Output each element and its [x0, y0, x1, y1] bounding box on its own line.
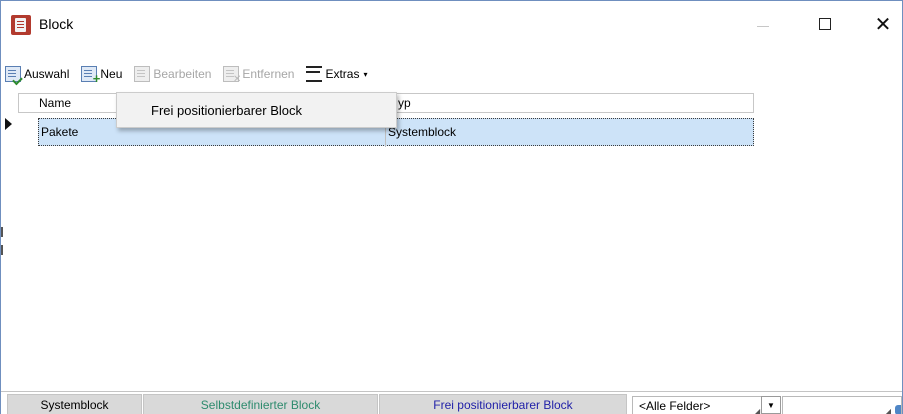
resize-grip-icon: ◢	[884, 407, 891, 414]
maximize-icon	[819, 18, 831, 30]
extras-menu-button[interactable]: Extras ▾	[302, 62, 371, 86]
search-input[interactable]: ◢	[782, 396, 902, 414]
edit-doc-icon	[134, 66, 151, 82]
minimize-icon	[757, 25, 769, 27]
bearbeiten-button[interactable]: Bearbeiten	[130, 62, 215, 86]
extras-label: Extras	[325, 67, 360, 81]
legend-systemblock-label: Systemblock	[40, 398, 109, 412]
search-go-icon[interactable]	[895, 405, 901, 414]
auswahl-button[interactable]: Auswahl	[1, 62, 73, 86]
title-bar: Block ✕	[1, 1, 902, 45]
column-header-typ[interactable]: yp	[398, 96, 411, 110]
app-block-icon	[11, 15, 31, 35]
neu-label: Neu	[100, 67, 123, 81]
close-icon: ✕	[874, 13, 892, 36]
cell-typ: Systemblock	[388, 125, 457, 139]
entfernen-button[interactable]: Entfernen	[219, 62, 298, 86]
status-bar: Systemblock Selbstdefinierter Block Frei…	[1, 391, 902, 414]
chevron-down-icon: ▼	[767, 400, 775, 410]
neu-button[interactable]: Neu	[77, 62, 126, 86]
column-header-name[interactable]: Name	[39, 96, 71, 110]
current-row-indicator-icon	[5, 118, 12, 130]
menu-icon	[306, 66, 323, 82]
legend-selbstdefinierter-block: Selbstdefinierter Block	[143, 394, 378, 414]
maximize-button[interactable]	[803, 9, 847, 39]
edge-marker	[1, 227, 3, 237]
legend-systemblock: Systemblock	[7, 394, 142, 414]
legend-frei-positionierbarer-block: Frei positionierbarer Block	[379, 394, 627, 414]
close-button[interactable]: ✕	[861, 9, 903, 39]
select-doc-icon	[5, 66, 21, 82]
legend-frei-positionierbarer-label: Frei positionierbarer Block	[433, 398, 573, 412]
bearbeiten-label: Bearbeiten	[153, 67, 212, 81]
remove-doc-icon	[223, 66, 241, 85]
resize-grip-icon: ◢	[754, 407, 761, 414]
field-filter-select[interactable]: <Alle Felder> ◢	[632, 396, 780, 414]
auswahl-label: Auswahl	[24, 67, 70, 81]
cell-name: Pakete	[41, 125, 79, 139]
entfernen-label: Entfernen	[242, 67, 295, 81]
new-dropdown-menu: Frei positionierbarer Block	[116, 92, 397, 128]
minimize-button[interactable]	[741, 9, 785, 39]
field-filter-value: <Alle Felder>	[639, 399, 711, 413]
block-window: Block ✕ Auswahl Neu Bearbeiten Entfernen…	[0, 0, 903, 414]
toolbar: Auswahl Neu Bearbeiten Entfernen Extras …	[1, 59, 902, 89]
edge-marker	[1, 245, 3, 255]
new-doc-icon	[81, 66, 100, 86]
field-filter-dropdown-button[interactable]: ▼	[761, 396, 781, 414]
caret-down-icon: ▾	[363, 69, 368, 79]
window-title: Block	[39, 16, 74, 32]
legend-selbstdefinierter-label: Selbstdefinierter Block	[200, 398, 321, 412]
menu-item-frei-positionierbarer-block[interactable]: Frei positionierbarer Block	[151, 103, 302, 118]
